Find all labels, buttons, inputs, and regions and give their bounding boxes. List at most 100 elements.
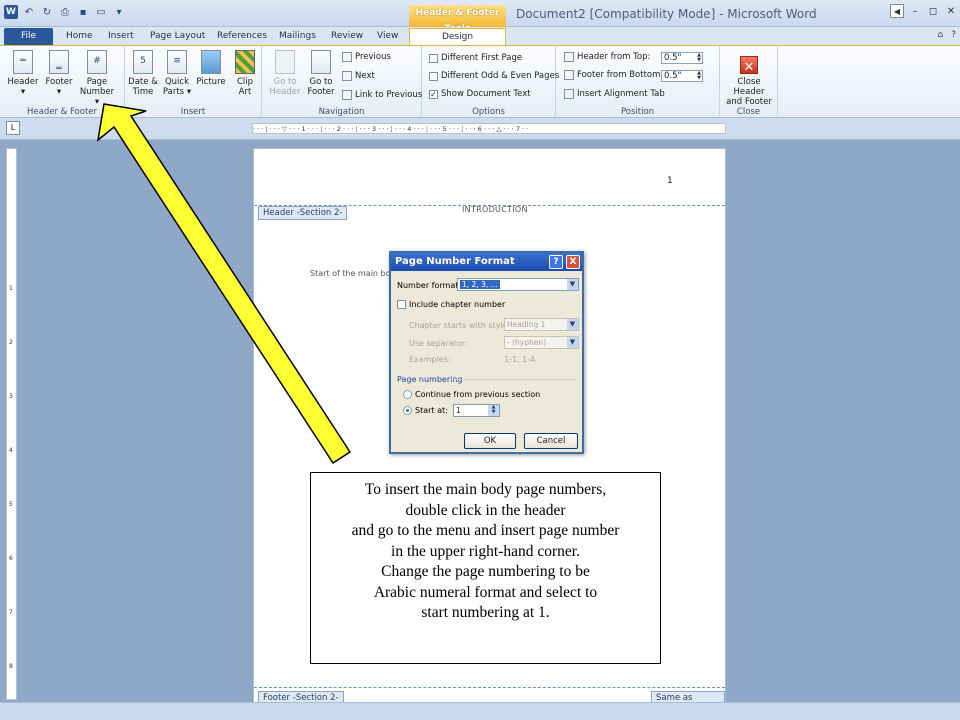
show-document-text-checkbox[interactable]: ✓ Show Document Text [429, 89, 531, 99]
examples-value: 1-1, 1-A [504, 355, 536, 364]
vruler-mark: 6 [9, 555, 13, 562]
tab-review[interactable]: Review [327, 28, 367, 45]
close-header-footer-button[interactable]: ✕ Close Header and Footer [721, 50, 777, 107]
go-to-footer-button[interactable]: Go to Footer [304, 50, 338, 97]
tab-references[interactable]: References [213, 28, 271, 45]
spinner-arrows-icon[interactable]: ▲ ▼ [697, 71, 701, 81]
chevron-down-icon[interactable]: ▼ [567, 279, 578, 290]
number-format-select[interactable]: 1, 2, 3, ... ▼ [457, 278, 579, 291]
print-icon[interactable]: ⎙ [58, 5, 72, 19]
examples-label: Examples: [409, 355, 451, 364]
vruler-mark: 2 [9, 339, 13, 346]
redo-icon[interactable]: ↻ [40, 5, 54, 19]
footer-icon: ═ [49, 50, 69, 74]
start-at-radio[interactable]: Start at: [403, 406, 448, 415]
instruction-line: Arabic numeral format and select to [373, 583, 598, 601]
include-chapter-checkbox[interactable]: Include chapter number [397, 300, 505, 309]
chapter-style-select[interactable]: Heading 1 ▼ [504, 318, 579, 331]
undo-icon[interactable]: ↶ [22, 5, 36, 19]
chevron-down-icon: ▼ [567, 319, 578, 330]
window-controls: ◀ – ◻ ✕ [890, 4, 958, 18]
insert-alignment-tab-button[interactable]: Insert Alignment Tab [564, 89, 665, 99]
tab-page-layout[interactable]: Page Layout [146, 28, 209, 45]
minimize-icon[interactable]: – [908, 4, 922, 18]
quick-parts-button[interactable]: ≡ Quick Parts ▾ [161, 50, 193, 97]
separator-select[interactable]: - (hyphen) ▼ [504, 336, 579, 349]
tab-view[interactable]: View [373, 28, 402, 45]
page-number-button[interactable]: # Page Number ▾ [77, 50, 117, 107]
link-icon [342, 90, 352, 100]
instruction-line: start numbering at 1. [421, 604, 550, 621]
close-window-icon[interactable]: ✕ [944, 4, 958, 18]
ribbon-tab-controls: ⌂ ? [938, 30, 957, 40]
vruler-mark: 4 [9, 447, 13, 454]
customize-qat-icon[interactable]: ▾ [112, 5, 126, 19]
footer-from-bottom-label: Footer from Bottom: [564, 70, 663, 80]
instruction-line: and go to the menu and insert page numbe… [351, 522, 620, 539]
title-bar: W ↶ ↻ ⎙ ▪ ▭ ▾ Header & Footer Tools Docu… [0, 0, 960, 34]
group-insert: 5 Date & Time ≡ Quick Parts ▾ Picture Cl… [125, 46, 262, 118]
tab-mailings[interactable]: Mailings [275, 28, 320, 45]
header-from-top-input[interactable]: 0.5" ▲ ▼ [661, 52, 703, 64]
vruler-mark: 1 [9, 285, 13, 292]
start-at-input[interactable]: 1 ▲ ▼ [453, 404, 500, 417]
picture-button[interactable]: Picture [195, 50, 227, 87]
tab-insert[interactable]: Insert [104, 28, 138, 45]
group-options: Different First Page Different Odd & Eve… [422, 46, 559, 118]
help-icon[interactable]: ? [549, 255, 563, 269]
help-icon[interactable]: ? [951, 30, 956, 40]
page-number-format-dialog: Page Number Format ? X Number format: 1,… [389, 251, 584, 454]
header-page-number[interactable]: 1 [667, 176, 673, 186]
save-icon[interactable]: ▪ [76, 5, 90, 19]
open-folder-icon[interactable]: ▭ [94, 5, 108, 19]
dialog-title-bar: Page Number Format ? X [391, 253, 582, 271]
minimize-ribbon-icon[interactable]: ⌂ [938, 30, 944, 40]
picture-icon [201, 50, 221, 74]
vertical-ruler[interactable]: 1 2 3 4 5 6 7 8 [6, 148, 17, 700]
group-label-insert: Insert [180, 107, 206, 117]
tab-home[interactable]: Home [62, 28, 97, 45]
restore-icon[interactable]: ◻ [926, 4, 940, 18]
footer-from-bottom-input[interactable]: 0.5" ▲ ▼ [661, 70, 703, 82]
next-section-icon [342, 71, 352, 81]
footer-boundary [254, 687, 725, 688]
word-app-icon[interactable]: W [4, 5, 18, 19]
spinner-arrows-icon[interactable]: ▲ ▼ [488, 405, 499, 416]
go-to-header-button[interactable]: Go to Header [268, 50, 302, 97]
ruler-row: L · · · ¦ · · · ▽ · · · 1 · · · ¦ · · · … [0, 118, 960, 140]
checkbox-box [397, 300, 406, 309]
number-format-label: Number format: [397, 281, 462, 290]
footer-position-icon [564, 70, 574, 80]
header-icon: ═ [13, 50, 33, 74]
clip-art-button[interactable]: Clip Art [231, 50, 259, 97]
spinner-arrows-icon[interactable]: ▲ ▼ [697, 53, 701, 63]
next-button[interactable]: Next [342, 71, 375, 81]
group-divider [451, 379, 577, 380]
header-button[interactable]: ═ Header ▾ [6, 50, 40, 97]
go-to-header-icon [275, 50, 295, 74]
different-odd-even-checkbox[interactable]: Different Odd & Even Pages [429, 71, 559, 81]
tab-design[interactable]: Design [409, 28, 506, 45]
date-time-button[interactable]: 5 Date & Time [126, 50, 160, 97]
ok-button[interactable]: OK [464, 433, 516, 449]
continue-from-previous-radio[interactable]: Continue from previous section [403, 390, 540, 399]
group-header-footer: ═ Header ▾ ═ Footer ▾ # Page Number ▾ He… [0, 46, 125, 118]
nav-back-icon[interactable]: ◀ [890, 4, 904, 18]
checkbox-box [429, 53, 438, 63]
group-label-close: Close [736, 107, 761, 117]
cancel-button[interactable]: Cancel [524, 433, 578, 449]
alignment-tab-icon [564, 89, 574, 99]
footer-button[interactable]: ═ Footer ▾ [42, 50, 76, 97]
checkmark-icon: ✓ [429, 89, 438, 99]
instruction-line: in the upper right-hand corner. [391, 542, 580, 560]
clip-art-icon [235, 50, 255, 74]
link-to-previous-button[interactable]: Link to Previous [342, 90, 422, 100]
introduction-heading: INTRODUCTION [462, 205, 528, 214]
tab-stop-selector[interactable]: L [6, 121, 20, 135]
horizontal-ruler[interactable]: · · · ¦ · · · ▽ · · · 1 · · · ¦ · · · 2 … [252, 123, 726, 134]
group-label-header-footer: Header & Footer [26, 107, 98, 117]
close-icon[interactable]: X [566, 255, 580, 269]
different-first-page-checkbox[interactable]: Different First Page [429, 53, 522, 63]
tab-file[interactable]: File [4, 28, 53, 45]
previous-button[interactable]: Previous [342, 52, 391, 62]
